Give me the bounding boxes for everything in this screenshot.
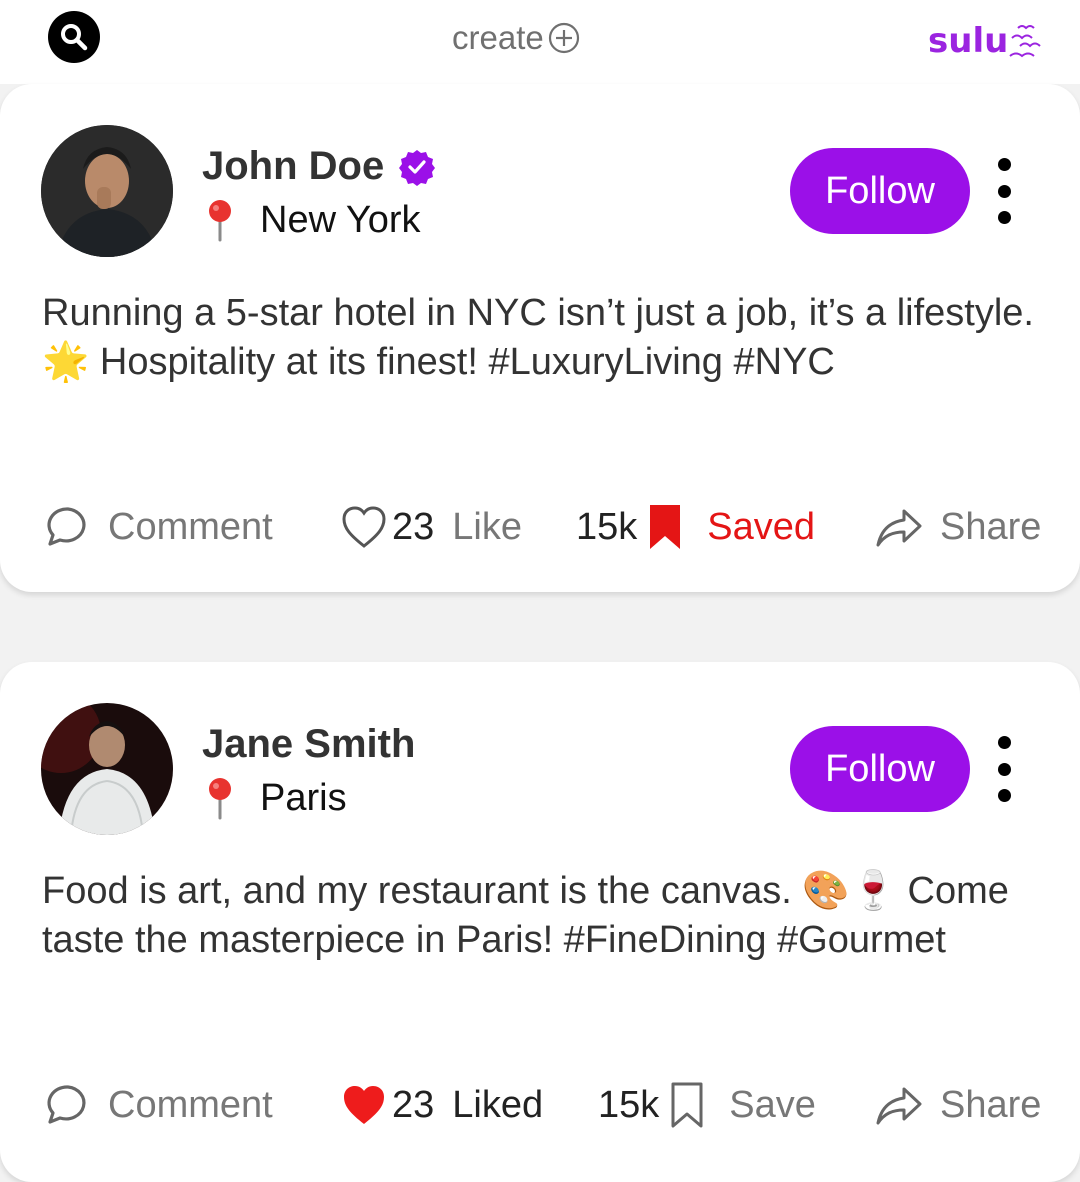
- bookmark-filled-icon: [650, 505, 681, 549]
- more-options-icon[interactable]: [986, 736, 1022, 802]
- author-name[interactable]: Jane Smith: [202, 722, 415, 767]
- like-label: Liked: [452, 1083, 544, 1126]
- avatar[interactable]: [41, 125, 173, 257]
- top-bar: create sulu: [0, 0, 1080, 84]
- save-count: 15k: [576, 505, 638, 548]
- save-button[interactable]: 15k Save: [598, 1078, 816, 1132]
- location: Paris: [260, 776, 347, 819]
- post-card: Jane Smith Paris Follow Food is art, and…: [0, 662, 1080, 1182]
- share-icon: [876, 1087, 922, 1125]
- post-card: John Doe New York Follow Running a 5-sta…: [0, 84, 1080, 592]
- bookmark-outline-icon: [671, 1082, 703, 1128]
- like-button[interactable]: 23 Liked: [340, 1078, 543, 1132]
- post-actions: Comment 23 Like 15k Saved Share: [0, 500, 1080, 554]
- like-count: 23: [392, 1083, 435, 1126]
- save-button[interactable]: 15k Saved: [576, 500, 815, 554]
- save-label: Saved: [707, 505, 816, 548]
- comment-label: Comment: [108, 1083, 273, 1126]
- follow-button[interactable]: Follow: [790, 148, 970, 234]
- share-icon: [876, 509, 922, 547]
- author-row: John Doe: [202, 144, 436, 189]
- comment-icon: [47, 507, 86, 546]
- verified-badge-icon: [399, 149, 436, 186]
- brand-logo[interactable]: sulu: [928, 14, 1044, 64]
- location-row: New York: [202, 198, 421, 242]
- post-actions: Comment 23 Liked 15k Save Share: [0, 1078, 1080, 1132]
- comment-label: Comment: [108, 505, 273, 548]
- plus-circle-icon: [548, 22, 579, 54]
- save-label: Save: [729, 1083, 816, 1126]
- heart-outline-icon: [342, 506, 386, 548]
- search-icon: [61, 24, 88, 51]
- author-name[interactable]: John Doe: [202, 144, 384, 189]
- pin-icon: [209, 778, 231, 820]
- share-button[interactable]: Share: [876, 500, 1041, 554]
- share-button[interactable]: Share: [876, 1078, 1041, 1132]
- more-options-icon[interactable]: [986, 158, 1022, 224]
- like-count: 23: [392, 505, 435, 548]
- post-text: Food is art, and my restaurant is the ca…: [42, 870, 1009, 961]
- pin-icon: [209, 200, 231, 242]
- share-label: Share: [940, 1083, 1042, 1126]
- create-label: create: [452, 19, 544, 56]
- share-label: Share: [940, 505, 1042, 548]
- comment-button[interactable]: Comment: [44, 500, 273, 554]
- search-button[interactable]: [48, 11, 100, 63]
- birds-icon: [1009, 25, 1042, 58]
- heart-filled-icon: [344, 1086, 384, 1124]
- comment-button[interactable]: Comment: [44, 1078, 273, 1132]
- location-row: Paris: [202, 776, 347, 820]
- avatar[interactable]: [41, 703, 173, 835]
- author-row: Jane Smith: [202, 722, 415, 767]
- create-button[interactable]: create: [452, 18, 580, 58]
- comment-icon: [47, 1085, 86, 1124]
- save-count: 15k: [598, 1083, 660, 1126]
- location: New York: [260, 198, 421, 241]
- follow-button[interactable]: Follow: [790, 726, 970, 812]
- like-label: Like: [452, 505, 522, 548]
- like-button[interactable]: 23 Like: [340, 500, 522, 554]
- post-text: Running a 5-star hotel in NYC isn’t just…: [42, 292, 1034, 383]
- brand-name: sulu: [928, 21, 1009, 61]
